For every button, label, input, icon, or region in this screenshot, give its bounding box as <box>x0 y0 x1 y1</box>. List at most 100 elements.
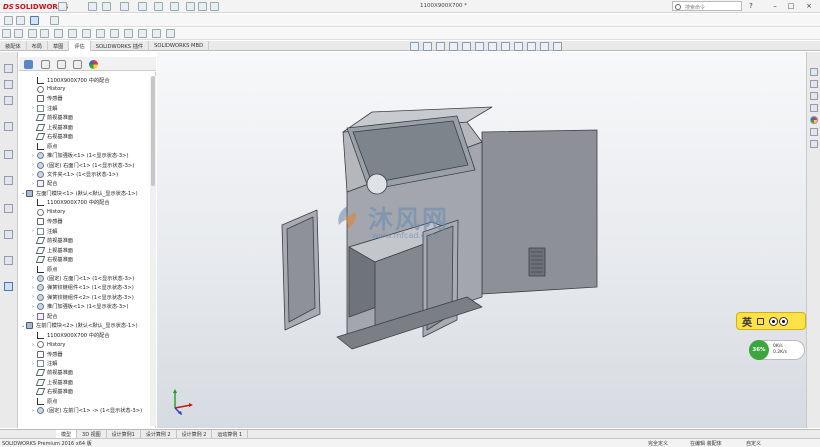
tree-item[interactable]: › 注解 <box>32 227 57 235</box>
scrollbar-thumb[interactable] <box>151 76 155 186</box>
help-icon[interactable]: ? <box>746 2 756 11</box>
undo-icon[interactable] <box>154 2 163 11</box>
custom-properties-icon[interactable] <box>4 282 13 291</box>
appearances-scenes-icon[interactable] <box>810 116 818 124</box>
display-manager-icon[interactable] <box>4 150 13 159</box>
view-palette-icon[interactable] <box>4 230 13 239</box>
feature-manager-icon[interactable] <box>4 64 13 73</box>
reference-geometry-icon[interactable] <box>68 29 77 38</box>
command-tab[interactable]: SOLIDWORKS MBD <box>149 41 210 51</box>
view-settings-icon[interactable] <box>540 42 549 51</box>
display-tab-icon[interactable] <box>89 60 98 69</box>
tree-item[interactable]: 传感器 <box>32 350 63 358</box>
smart-fasteners-icon[interactable] <box>2 29 11 38</box>
tree-item[interactable]: › 配合 <box>32 180 57 188</box>
appearance-icon[interactable] <box>50 16 59 25</box>
bottom-tab[interactable]: 设计算例 2 <box>177 430 213 438</box>
select-arrow-icon[interactable] <box>170 2 179 11</box>
bottom-tab[interactable]: 设计算例 2 <box>141 430 177 438</box>
tree-scrollbar[interactable] <box>150 76 156 426</box>
tree-item[interactable]: ⌄ 左前门模块<2> (默认<默认_显示状态-1>) <box>21 322 138 330</box>
graphics-viewport[interactable] <box>157 52 806 428</box>
options-gear-icon[interactable] <box>210 2 219 11</box>
property-manager-icon[interactable] <box>4 80 13 89</box>
command-tab[interactable]: SOLIDWORKS 插件 <box>91 41 150 51</box>
tree-item[interactable]: › 推门加强板<1> (1<显示状态-3>) <box>32 303 129 311</box>
configuration-manager-icon[interactable] <box>4 96 13 105</box>
tree-item[interactable]: 前视基准面 <box>32 237 73 245</box>
instant3d-icon[interactable] <box>124 29 133 38</box>
move-component-icon[interactable] <box>28 29 37 38</box>
view-orientation-icon[interactable] <box>475 42 484 51</box>
tree-item[interactable]: History <box>32 208 65 216</box>
tree-item[interactable]: › (固定) 右面门<1> (1<显示状态-3>) <box>32 161 134 169</box>
tree-item[interactable]: › 弹簧铰链组件<1> (1<显示状态-3>) <box>32 284 134 292</box>
mate-icon[interactable] <box>16 16 25 25</box>
tree-item[interactable]: 传感器 <box>32 218 63 226</box>
tree-item[interactable]: 右视基准面 <box>32 256 73 264</box>
feature-tree-tab-icon[interactable] <box>24 60 33 69</box>
command-tab[interactable]: 布局 <box>27 41 48 51</box>
tree-item[interactable]: › 注解 <box>32 104 57 112</box>
tree-item[interactable]: › 弹簧铰链组件<2> (1<显示状态-3>) <box>32 293 134 301</box>
tree-item[interactable]: 原点 <box>32 142 57 150</box>
take-snapshot-icon[interactable] <box>152 29 161 38</box>
tree-item[interactable]: › History <box>32 341 65 349</box>
bottom-tab[interactable]: 3D 视图 <box>77 430 107 438</box>
dimxpert-icon[interactable] <box>4 122 13 131</box>
tree-item[interactable]: › 注解 <box>32 360 57 368</box>
network-monitor-widget[interactable]: 36% 0K/s 0.2K/s <box>749 340 805 360</box>
tree-item[interactable]: 右视基准面 <box>32 133 73 141</box>
edit-appearance-icon[interactable] <box>514 42 523 51</box>
file-explorer-icon[interactable] <box>4 204 13 213</box>
ime-mascot-icon[interactable] <box>769 316 788 326</box>
tree-item[interactable]: › (固定) 左前门<1> -> (1<显示状态-3>) <box>32 407 142 415</box>
command-tab[interactable]: 草图 <box>48 41 70 51</box>
save-icon[interactable] <box>120 2 129 11</box>
file-explorer-tab-icon[interactable] <box>810 92 818 100</box>
view-palette-tab-icon[interactable] <box>810 104 818 112</box>
exploded-view-icon[interactable] <box>110 29 119 38</box>
tree-item[interactable]: 上视基准面 <box>32 378 73 386</box>
file-properties-icon[interactable] <box>198 2 207 11</box>
tree-item[interactable]: 传感器 <box>32 95 63 103</box>
tree-item[interactable]: 上视基准面 <box>32 123 73 131</box>
dynamic-annotation-icon[interactable] <box>462 42 471 51</box>
section-view-icon[interactable] <box>449 42 458 51</box>
tree-item[interactable]: › 文件夹<1> (1<显示状态-1>) <box>32 171 118 179</box>
rebuild-icon[interactable] <box>186 2 195 11</box>
bottom-tab[interactable]: 模型 <box>56 430 78 438</box>
design-library-tab-icon[interactable] <box>810 80 818 88</box>
tree-item[interactable]: 1100X900X700 中的配合 <box>32 199 110 207</box>
tree-item[interactable]: › 配合 <box>32 312 57 320</box>
solidworks-resources-icon[interactable] <box>810 68 818 76</box>
minimize-button[interactable]: – <box>770 2 780 11</box>
tree-item[interactable]: 前视基准面 <box>32 369 73 377</box>
status-units[interactable]: 自定义 <box>746 440 761 447</box>
tree-item[interactable]: 原点 <box>32 397 57 405</box>
bill-of-materials-icon[interactable] <box>96 29 105 38</box>
print-icon[interactable] <box>138 2 147 11</box>
show-hidden-icon[interactable] <box>40 29 49 38</box>
tree-item[interactable]: 右视基准面 <box>32 388 73 396</box>
design-library-icon[interactable] <box>4 176 13 185</box>
tree-item[interactable]: 1100X900X700 中的配合 <box>32 76 110 84</box>
tree-item[interactable]: 原点 <box>32 265 57 273</box>
hide-show-items-icon[interactable] <box>501 42 510 51</box>
select-tool-icon[interactable] <box>30 16 39 25</box>
tree-item[interactable]: 1100X900X700 中的配合 <box>32 331 110 339</box>
ime-language[interactable]: 英 <box>742 314 752 329</box>
bottom-tab[interactable]: 运动算例 1 <box>212 430 249 438</box>
new-motion-study-icon[interactable] <box>82 29 91 38</box>
bottom-tab[interactable]: 设计算例1 <box>107 430 141 438</box>
display-style-icon[interactable] <box>488 42 497 51</box>
search-commands-input[interactable]: 搜索命令 <box>672 1 742 11</box>
tree-item[interactable]: ⌄ 左面门模块<1> (默认<默认_显示状态-1>) <box>21 189 138 197</box>
cabinet-model[interactable] <box>157 52 806 428</box>
appearances-icon[interactable] <box>4 256 13 265</box>
large-assembly-icon[interactable] <box>166 29 175 38</box>
assembly-features-icon[interactable] <box>54 29 63 38</box>
monitor-icon[interactable] <box>553 42 562 51</box>
property-tab-icon[interactable] <box>41 60 50 69</box>
apply-scene-icon[interactable] <box>527 42 536 51</box>
